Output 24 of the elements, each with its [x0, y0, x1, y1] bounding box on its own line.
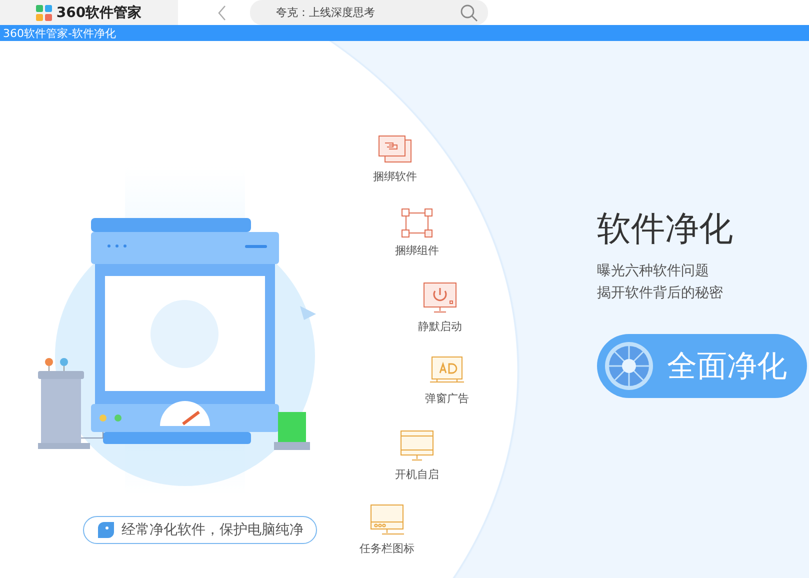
monitor-power-icon: [423, 282, 457, 314]
tip-text: 经常净化软件，保护电脑纯净: [122, 521, 304, 539]
clean-all-button[interactable]: 全面净化: [597, 334, 807, 398]
hero-subtitle: 曝光六种软件问题 揭开软件背后的秘密: [597, 262, 724, 303]
problem-label: 捆绑组件: [395, 243, 439, 258]
connected-nodes-icon: [401, 208, 433, 238]
chevron-left-icon: [218, 4, 226, 20]
app-logo-icon: [36, 4, 52, 20]
monitor-window-icon: [400, 430, 434, 462]
problem-label: 开机自启: [395, 467, 439, 482]
fan-icon: [603, 340, 655, 392]
monitor-taskbar-icon: [370, 504, 404, 536]
problem-label: 任务栏图标: [360, 541, 414, 556]
app-name: 360软件管家: [56, 4, 142, 22]
problem-label: 弹窗广告: [425, 391, 469, 406]
hero-title: 软件净化: [597, 208, 734, 251]
overlapping-windows-icon: [377, 134, 413, 164]
window-title: 360软件管家-软件净化: [3, 26, 116, 40]
problem-label: 静默启动: [418, 319, 462, 334]
problem-label: 捆绑软件: [373, 169, 417, 184]
search-bar[interactable]: 夸克：上线深度思考: [250, 0, 488, 25]
search-icon[interactable]: [460, 4, 478, 22]
leaf-icon: [96, 522, 114, 538]
search-field[interactable]: 夸克：上线深度思考: [274, 5, 460, 20]
